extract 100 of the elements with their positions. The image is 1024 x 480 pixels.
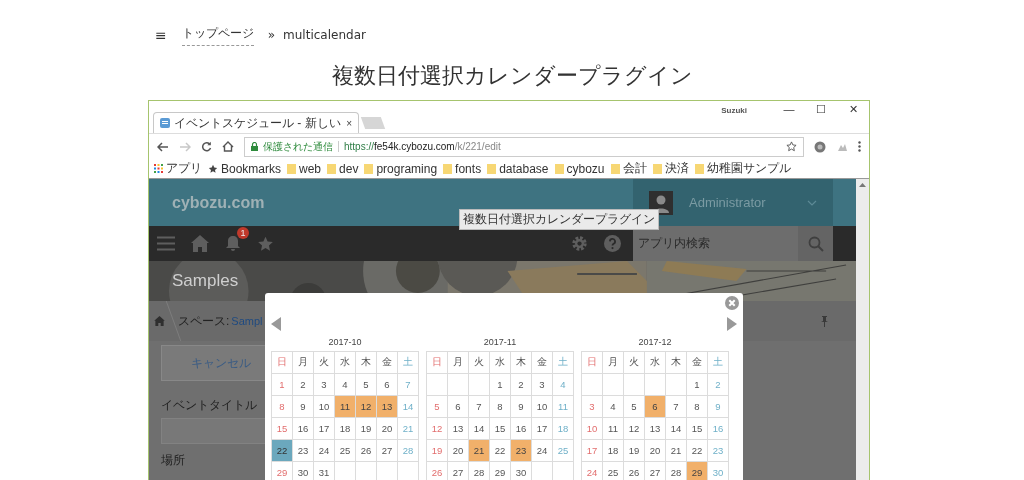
address-bar[interactable]: 保護された通信 https://fe54k.cybozu.com/k/221/edit bbox=[244, 136, 804, 157]
day-cell[interactable]: 11 bbox=[602, 417, 624, 440]
window-button[interactable]: ☐ bbox=[805, 103, 837, 116]
close-icon[interactable] bbox=[725, 296, 739, 310]
next-arrow-icon[interactable] bbox=[727, 317, 737, 331]
browser-tab[interactable]: イベントスケジュール - 新しい × bbox=[153, 112, 359, 133]
day-cell[interactable]: 9 bbox=[292, 395, 314, 418]
bookmark-item[interactable]: 幼稚園サンプル bbox=[694, 160, 791, 177]
search-button[interactable] bbox=[798, 226, 833, 261]
day-cell[interactable]: 20 bbox=[376, 417, 398, 440]
star-icon[interactable] bbox=[257, 235, 274, 252]
day-cell[interactable]: 18 bbox=[334, 417, 356, 440]
day-cell[interactable]: 24 bbox=[531, 439, 553, 462]
bookmark-item[interactable]: dev bbox=[327, 161, 359, 176]
day-cell[interactable]: 13 bbox=[644, 417, 666, 440]
profile-name[interactable]: Suzuki bbox=[721, 106, 747, 115]
day-cell[interactable]: 2 bbox=[292, 373, 314, 396]
weekday-header: 金 bbox=[686, 351, 708, 374]
bookmark-item[interactable]: cybozu bbox=[554, 161, 605, 176]
day-cell[interactable]: 1 bbox=[489, 373, 511, 396]
menu-icon[interactable]: ≡ bbox=[155, 27, 167, 43]
day-cell[interactable]: 12 bbox=[623, 417, 645, 440]
menu-icon[interactable] bbox=[858, 141, 861, 152]
reload-icon[interactable] bbox=[201, 141, 212, 152]
day-cell[interactable]: 10 bbox=[531, 395, 553, 418]
bell-icon[interactable] bbox=[225, 235, 241, 252]
field-label: 場所 bbox=[161, 452, 185, 469]
scrollbar[interactable] bbox=[856, 179, 869, 480]
day-cell[interactable]: 13 bbox=[447, 417, 469, 440]
home-icon[interactable] bbox=[222, 141, 234, 152]
day-cell[interactable]: 3 bbox=[531, 373, 553, 396]
day-cell[interactable]: 22 bbox=[686, 439, 708, 462]
day-cell[interactable]: 25 bbox=[334, 439, 356, 462]
day-cell[interactable]: 15 bbox=[489, 417, 511, 440]
tab-close-button[interactable]: × bbox=[346, 117, 352, 129]
extension-icon[interactable] bbox=[814, 140, 826, 153]
day-cell[interactable]: 20 bbox=[644, 439, 666, 462]
previous-arrow-icon[interactable] bbox=[271, 317, 281, 331]
day-cell[interactable]: 8 bbox=[489, 395, 511, 418]
bookmark-item[interactable]: web bbox=[287, 161, 322, 176]
weekday-header: 土 bbox=[397, 351, 419, 374]
day-cell[interactable]: 6 bbox=[447, 395, 469, 418]
day-cell[interactable]: 7 bbox=[665, 395, 687, 418]
window-button[interactable]: — bbox=[773, 103, 805, 115]
notification-badge: 1 bbox=[237, 227, 249, 239]
day-cell[interactable]: 26 bbox=[355, 439, 377, 462]
forward-icon[interactable] bbox=[179, 141, 191, 152]
bookmark-item[interactable]: programing bbox=[364, 161, 438, 176]
day-cell[interactable]: 2 bbox=[510, 373, 532, 396]
day-cell[interactable]: 3 bbox=[313, 373, 335, 396]
settings-icon[interactable] bbox=[571, 235, 588, 252]
bookmark-item[interactable]: database bbox=[487, 161, 549, 176]
day-cell[interactable]: 24 bbox=[313, 439, 335, 462]
day-cell[interactable]: 5 bbox=[623, 395, 645, 418]
folder-icon bbox=[487, 163, 497, 174]
day-cell[interactable]: 16 bbox=[510, 417, 532, 440]
day-cell[interactable]: 27 bbox=[376, 439, 398, 462]
day-cell[interactable]: 4 bbox=[334, 373, 356, 396]
tab-title: イベントスケジュール - 新しい bbox=[174, 114, 342, 132]
bookmark-item[interactable]: 決済 bbox=[652, 160, 689, 177]
day-cell[interactable]: 23 bbox=[292, 439, 314, 462]
day-cell[interactable]: 5 bbox=[355, 373, 377, 396]
weekday-header: 金 bbox=[531, 351, 553, 374]
day-cell[interactable]: 8 bbox=[686, 395, 708, 418]
day-cell[interactable]: 22 bbox=[271, 439, 293, 462]
pin-icon[interactable] bbox=[821, 315, 828, 327]
back-icon[interactable] bbox=[157, 141, 169, 152]
day-cell[interactable]: 14 bbox=[665, 417, 687, 440]
bookmark-item[interactable]: アプリ bbox=[154, 160, 202, 177]
bookmark-star-icon[interactable] bbox=[786, 141, 797, 152]
day-cell[interactable]: 19 bbox=[623, 439, 645, 462]
home-link[interactable]: トップページ bbox=[181, 24, 254, 46]
bookmark-item[interactable]: fonts bbox=[443, 161, 482, 176]
help-icon[interactable] bbox=[604, 235, 621, 252]
day-cell[interactable]: 1 bbox=[686, 373, 708, 396]
weekday-header: 日 bbox=[581, 351, 603, 374]
day-cell[interactable]: 7 bbox=[468, 395, 490, 418]
month-title: 2017-11 bbox=[483, 336, 517, 349]
day-cell[interactable]: 16 bbox=[292, 417, 314, 440]
window-button[interactable]: ✕ bbox=[837, 103, 869, 116]
day-cell[interactable]: 15 bbox=[686, 417, 708, 440]
new-tab-button[interactable] bbox=[360, 117, 386, 129]
bookmark-item[interactable]: 会計 bbox=[610, 160, 647, 177]
day-cell[interactable]: 4 bbox=[602, 395, 624, 418]
day-cell[interactable]: 14 bbox=[468, 417, 490, 440]
day-cell[interactable]: 9 bbox=[510, 395, 532, 418]
star-icon bbox=[208, 163, 218, 174]
day-cell[interactable]: 10 bbox=[313, 395, 335, 418]
day-cell[interactable]: 17 bbox=[531, 417, 553, 440]
day-cell[interactable]: 18 bbox=[602, 439, 624, 462]
day-cell[interactable]: 21 bbox=[665, 439, 687, 462]
day-cell[interactable]: 17 bbox=[313, 417, 335, 440]
day-cell[interactable]: 6 bbox=[376, 373, 398, 396]
day-cell[interactable]: 22 bbox=[489, 439, 511, 462]
day-cell[interactable]: 20 bbox=[447, 439, 469, 462]
url-text: https://fe54k.cybozu.com/k/221/edit bbox=[344, 141, 501, 152]
day-cell[interactable]: 19 bbox=[355, 417, 377, 440]
bookmark-item[interactable]: Bookmarks bbox=[208, 161, 282, 176]
weekday-header: 土 bbox=[707, 351, 729, 374]
scroll-up-icon[interactable] bbox=[859, 183, 866, 187]
